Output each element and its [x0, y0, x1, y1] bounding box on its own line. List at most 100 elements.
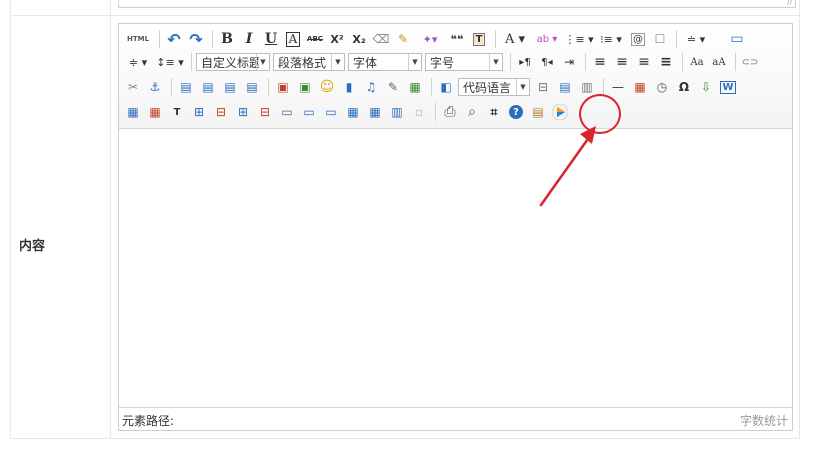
- rowspacing-button[interactable]: ≐ ▾: [681, 29, 711, 49]
- snapscreen-button[interactable]: ⇩: [696, 77, 716, 97]
- deletetable-button[interactable]: ▦: [145, 102, 165, 122]
- indent-button[interactable]: ⇥: [559, 52, 579, 72]
- print-button[interactable]: ⎙: [440, 102, 460, 122]
- simpleupload-button[interactable]: ▣: [273, 77, 293, 97]
- anchor-button[interactable]: ⚓: [145, 77, 165, 97]
- lineheight-button[interactable]: ↕≡ ▾: [155, 52, 185, 72]
- deleterow-button[interactable]: ⊟: [211, 102, 231, 122]
- drafts-button[interactable]: ⌗: [484, 102, 504, 122]
- table-icon: ▦: [127, 105, 139, 119]
- paragraph-format-select[interactable]: 段落格式 ▼: [273, 53, 345, 71]
- map-button[interactable]: ▦: [405, 77, 425, 97]
- justify-full-button[interactable]: ≡: [656, 52, 676, 72]
- paragraph-spacing-button[interactable]: ≑ ▾: [123, 52, 153, 72]
- insertimage-button[interactable]: ▣: [295, 77, 315, 97]
- background-icon: ▥: [581, 80, 593, 94]
- cleardoc-button[interactable]: ☐: [650, 29, 670, 49]
- inserttable-button[interactable]: ▦: [123, 102, 143, 122]
- justify-left-button[interactable]: ≡: [590, 52, 610, 72]
- charts-icon: ▫: [414, 105, 424, 119]
- preview-button[interactable]: ▭: [727, 29, 747, 49]
- custom-style-select[interactable]: 自定义标题 ▼: [196, 53, 270, 71]
- mergedown-button[interactable]: ▭: [321, 102, 341, 122]
- insertcol-button[interactable]: ⊞: [233, 102, 253, 122]
- eraser-icon: ⌫: [372, 32, 390, 46]
- content-label-cell: 内容: [11, 16, 111, 438]
- mergeright-button[interactable]: ▭: [299, 102, 319, 122]
- insertparagraphbeforetable-button[interactable]: T: [167, 102, 187, 122]
- paragraph-before-table-icon: T: [173, 106, 181, 118]
- paragraph-format-value: 段落格式: [278, 55, 327, 70]
- redo-button[interactable]: ↷: [186, 29, 206, 49]
- music-button[interactable]: ♫: [361, 77, 381, 97]
- deletecol-button[interactable]: ⊟: [255, 102, 275, 122]
- selectall-button[interactable]: @: [628, 29, 648, 49]
- template-button[interactable]: ▤: [555, 77, 575, 97]
- orderedlist-button[interactable]: ⋮≡ ▾: [564, 29, 594, 49]
- searchreplace-button[interactable]: ⌕: [462, 102, 482, 122]
- font-family-select[interactable]: 字体 ▼: [348, 53, 422, 71]
- bold-button[interactable]: B: [217, 29, 237, 49]
- resize-grip[interactable]: //: [787, 0, 792, 6]
- ltr-button[interactable]: ▸¶: [515, 52, 535, 72]
- clock-icon: ◷: [656, 80, 668, 94]
- italic-button[interactable]: I: [239, 29, 259, 49]
- wordimage-button[interactable]: W: [718, 77, 738, 97]
- link-button[interactable]: ⊂⊃: [740, 52, 760, 72]
- justify-center-button[interactable]: ≡: [612, 52, 632, 72]
- source-button[interactable]: HTML: [123, 29, 153, 49]
- help-icon: ?: [509, 105, 523, 119]
- unlink-button[interactable]: ✂: [123, 77, 143, 97]
- splittorows-button[interactable]: ▦: [365, 102, 385, 122]
- superscript-button[interactable]: X²: [327, 29, 347, 49]
- previous-textarea[interactable]: //: [118, 0, 796, 8]
- blockquote-button[interactable]: ❝❝: [447, 29, 467, 49]
- attachment-button[interactable]: ✎: [383, 77, 403, 97]
- split-cells-icon: ▦: [347, 105, 359, 119]
- touppercase-button[interactable]: Aa: [687, 52, 707, 72]
- image-center-button[interactable]: ▤: [242, 77, 262, 97]
- subscript-button[interactable]: X₂: [349, 29, 369, 49]
- removeformat-button[interactable]: ⌫: [371, 29, 391, 49]
- insertrow-button[interactable]: ⊞: [189, 102, 209, 122]
- strikethrough-button[interactable]: ABC: [305, 29, 325, 49]
- help-button[interactable]: ?: [506, 102, 526, 122]
- horizontal-button[interactable]: —: [608, 77, 628, 97]
- align-right-icon: ≡: [638, 54, 650, 70]
- autotypeset-button[interactable]: ✦▾: [415, 29, 445, 49]
- emotion-button[interactable]: ☺: [317, 77, 337, 97]
- mergecells-button[interactable]: ▭: [277, 102, 297, 122]
- undo-button[interactable]: ↶: [164, 29, 184, 49]
- forecolor-button[interactable]: A ▾: [500, 29, 530, 49]
- date-button[interactable]: ▦: [630, 77, 650, 97]
- pasteplain-button[interactable]: T: [469, 29, 489, 49]
- code-language-select[interactable]: 代码语言 ▼: [458, 78, 530, 96]
- spechars-button[interactable]: Ω: [674, 77, 694, 97]
- toolbar-row-4: ▦ ▦ T ⊞ ⊟ ⊞ ⊟ ▭ ▭ ▭ ▦ ▦ ▥ ▫ ⎙ ⌕ ⌗ ? ▤: [123, 101, 572, 123]
- fontborder-button[interactable]: A: [283, 29, 303, 49]
- underline-icon: U: [264, 31, 278, 47]
- unorderedlist-button[interactable]: ⁝≡ ▾: [596, 29, 626, 49]
- pagebreak-button[interactable]: ⊟: [533, 77, 553, 97]
- editor-content-area[interactable]: [119, 129, 792, 407]
- formatmatch-button[interactable]: ✎: [393, 29, 413, 49]
- image-left-button[interactable]: ▤: [198, 77, 218, 97]
- scrawl-button[interactable]: ▮: [339, 77, 359, 97]
- frame-icon: ◧: [440, 80, 452, 94]
- time-button[interactable]: ◷: [652, 77, 672, 97]
- justify-right-button[interactable]: ≡: [634, 52, 654, 72]
- insertframe-button[interactable]: ◧: [436, 77, 456, 97]
- anchor-icon: ⚓: [149, 80, 161, 94]
- tolowercase-button[interactable]: aA: [709, 52, 729, 72]
- splittocells-button[interactable]: ▦: [343, 102, 363, 122]
- font-size-select[interactable]: 字号 ▼: [425, 53, 503, 71]
- backcolor-button[interactable]: ab ▾: [532, 29, 562, 49]
- image-none-button[interactable]: ▤: [176, 77, 196, 97]
- charts-button[interactable]: ▫: [409, 102, 429, 122]
- snapscreen-icon: ⇩: [700, 80, 712, 94]
- rtl-button[interactable]: ¶◂: [537, 52, 557, 72]
- splittocols-button[interactable]: ▥: [387, 102, 407, 122]
- underline-button[interactable]: U: [261, 29, 281, 49]
- delete-table-icon: ▦: [149, 105, 161, 119]
- image-right-button[interactable]: ▤: [220, 77, 240, 97]
